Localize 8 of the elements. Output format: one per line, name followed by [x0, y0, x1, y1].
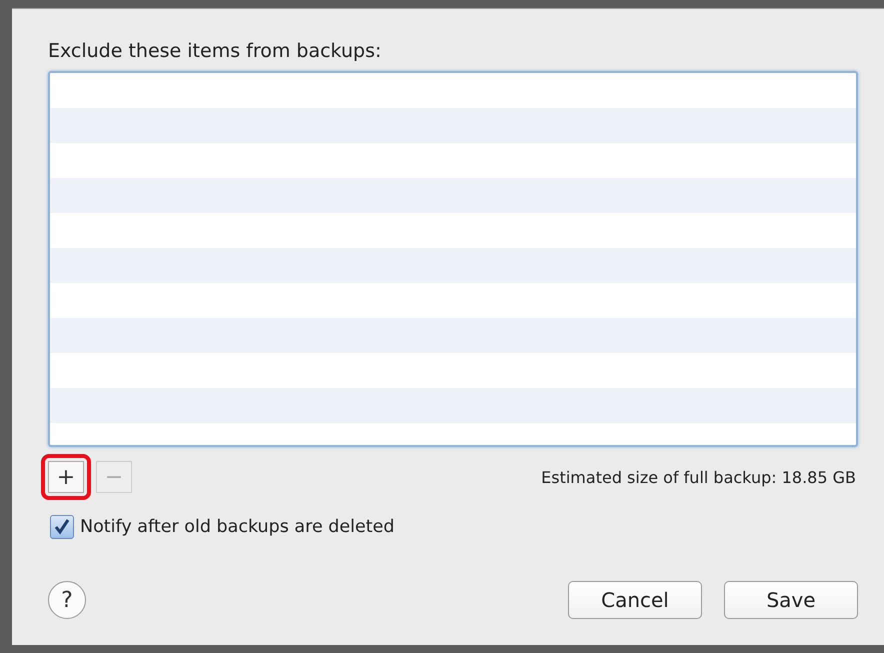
notify-checkbox[interactable]: [50, 515, 74, 539]
add-button[interactable]: +: [48, 461, 84, 493]
dialog-button[interactable]: Save: [724, 581, 858, 619]
dialog-button[interactable]: Cancel: [568, 581, 702, 619]
backup-size-text: Estimated size of full backup: 18.85 GB: [541, 468, 856, 486]
help-button[interactable]: ?: [48, 581, 86, 619]
checkbox-label[interactable]: Notify after old backups are deleted: [80, 517, 395, 537]
list-label: Exclude these items from backups:: [48, 39, 382, 63]
